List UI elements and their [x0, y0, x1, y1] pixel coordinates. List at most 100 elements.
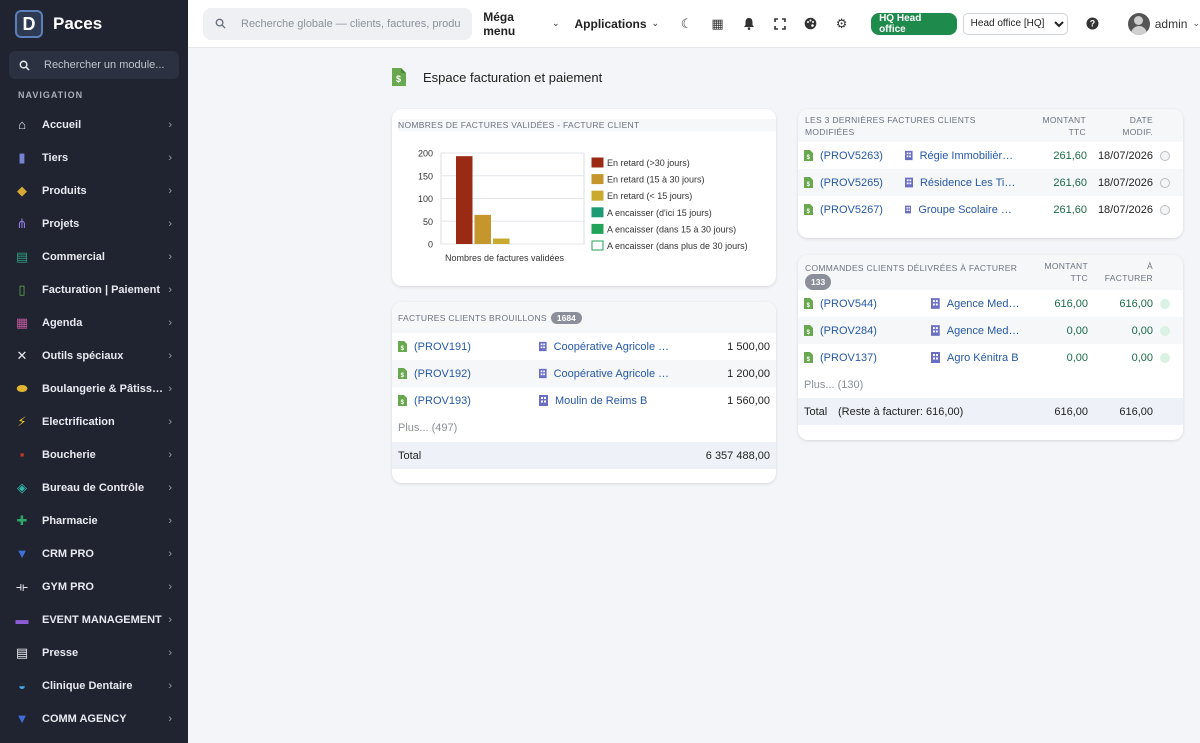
order-ref-link[interactable]: (PROV137) [820, 352, 877, 364]
palette-icon[interactable] [795, 9, 826, 39]
sidebar-item[interactable]: ▬ EVENT MANAGEMENT › [0, 603, 188, 636]
drafts-card-header: FACTURES CLIENTS BROUILLONS 1684 [392, 302, 776, 333]
bell-icon[interactable] [733, 9, 764, 39]
table-row[interactable]: $ (PROV5267) Groupe Scolaire Jules Verne 26… [798, 196, 1183, 223]
sidebar-item[interactable]: ⟛ GYM PRO › [0, 570, 188, 603]
client-link[interactable]: Agence Medina [947, 298, 1021, 310]
sidebar-item[interactable]: ✕ Outils spéciaux › [0, 339, 188, 372]
global-search-input[interactable] [241, 17, 461, 30]
client-link[interactable]: Régie Immobilière Atlas [920, 150, 1017, 162]
mega-menu-label: Méga menu [483, 9, 516, 38]
hq-badge[interactable]: HQ Head office [871, 12, 957, 35]
x-axis-label: Nombres de factures validées [445, 253, 565, 263]
building-icon [931, 298, 940, 309]
status-dot-icon [1160, 298, 1170, 309]
sidebar-item[interactable]: ⋔ Projets › [0, 207, 188, 240]
sidebar-item[interactable]: ▮ Tiers › [0, 141, 188, 174]
table-row[interactable]: $ (PROV284) Agence Medina 0,00 0,00 [798, 317, 1183, 344]
invoice-ref-link[interactable]: (PROV5267) [820, 204, 883, 216]
legend-swatch [591, 207, 604, 218]
more-link[interactable]: Plus... (130) [804, 379, 863, 391]
sidebar-item[interactable]: ▪ Boucherie › [0, 438, 188, 471]
mega-menu-button[interactable]: Méga menu ⌄ [483, 10, 559, 38]
table-row[interactable]: $ (PROV5265) Résidence Les Tilleuls 261,60 1… [798, 169, 1183, 196]
order-ref-link[interactable]: (PROV544) [820, 298, 877, 310]
table-row[interactable]: $ (PROV193) Moulin de Reims B 1 560,00 [392, 387, 776, 414]
legend-label[interactable]: En retard (15 à 30 jours) [607, 175, 705, 185]
grid-icon[interactable]: ▦ [702, 9, 733, 39]
more-row[interactable]: Plus... (130) [798, 371, 1183, 398]
client-link[interactable]: Résidence Les Tilleuls [920, 177, 1017, 189]
applications-button[interactable]: Applications ⌄ [575, 17, 660, 31]
tobill-value: 616,00 [1119, 297, 1153, 310]
tooth-icon: ◒ [18, 678, 26, 693]
sidebar-item[interactable]: ◆ Produits › [0, 174, 188, 207]
client-link[interactable]: Agence Medina [947, 325, 1021, 337]
invoice-ref-link[interactable]: (PROV193) [414, 395, 471, 407]
brand-name: Paces [53, 14, 103, 33]
y-tick-label: 150 [418, 171, 433, 181]
sidebar-item[interactable]: ▼ COMM AGENCY › [0, 702, 188, 735]
bread-icon: ⬬ [16, 380, 28, 396]
legend-label[interactable]: A encaisser (dans plus de 30 jours) [607, 241, 748, 251]
sidebar-item[interactable]: ▤ Presse › [0, 636, 188, 669]
client-link[interactable]: Moulin de Reims B [555, 395, 647, 407]
sidebar-item[interactable]: ✚ Pharmacie › [0, 504, 188, 537]
invoice-icon: $ [804, 325, 813, 336]
user-menu[interactable]: admin ⌄ [1127, 12, 1200, 35]
bar[interactable] [474, 214, 492, 244]
order-ref-link[interactable]: (PROV284) [820, 325, 877, 337]
invoice-ref-link[interactable]: (PROV191) [414, 341, 471, 353]
amount-value: 261,60 [1053, 203, 1087, 216]
invoice-ref-link[interactable]: (PROV5265) [820, 177, 883, 189]
svg-text:?: ? [1090, 19, 1096, 29]
calendar-icon: ▦ [15, 314, 29, 330]
chevron-right-icon: › [168, 283, 172, 296]
sidebar-item[interactable]: ▦ Agenda › [0, 306, 188, 339]
sidebar-item[interactable]: ◈ Bureau de Contrôle › [0, 471, 188, 504]
sidebar-item[interactable]: ◒ Clinique Dentaire › [0, 669, 188, 702]
chevron-right-icon: › [168, 613, 172, 626]
legend-label[interactable]: A encaisser (dans 15 à 30 jours) [607, 224, 736, 234]
client-link[interactable]: Agro Kénitra B [947, 352, 1019, 364]
sidebar-item[interactable]: ▤ Commercial › [0, 240, 188, 273]
legend-label[interactable]: A encaisser (d'ici 15 jours) [607, 208, 712, 218]
sidebar-item[interactable]: ⬬ Boulangerie & Pâtisserie › [0, 372, 188, 405]
sidebar-item[interactable]: ⚡ Electrification › [0, 405, 188, 438]
fullscreen-icon[interactable] [764, 9, 795, 39]
invoice-icon: $ [398, 395, 407, 406]
legend-label[interactable]: En retard (< 15 jours) [607, 191, 692, 201]
legend-label[interactable]: En retard (>30 jours) [607, 158, 690, 168]
moon-icon[interactable]: ☾ [671, 9, 702, 39]
entity-select[interactable]: Head office [HQ] [962, 12, 1068, 35]
sidebar-item[interactable]: ▼ CRM PRO › [0, 537, 188, 570]
client-link[interactable]: Coopérative Agricole Toubkal [554, 368, 674, 380]
help-icon[interactable]: ? [1078, 9, 1108, 39]
tobill-value: 0,00 [1131, 324, 1153, 337]
orders-card-title: COMMANDES CLIENTS DÉLIVRÉES À FACTURER [805, 263, 1018, 273]
client-link[interactable]: Groupe Scolaire Jules Verne [918, 204, 1017, 216]
table-row[interactable]: $ (PROV192) Coopérative Agricole Toubkal 1 … [392, 360, 776, 387]
gear-icon[interactable]: ⚙ [826, 9, 857, 39]
building-icon [905, 205, 912, 214]
invoice-ref-link[interactable]: (PROV192) [414, 368, 471, 380]
bar[interactable] [493, 238, 510, 244]
table-row[interactable]: $ (PROV137) Agro Kénitra B 0,00 0,00 [798, 344, 1183, 371]
brand[interactable]: D Paces [0, 0, 188, 48]
invoice-ref-link[interactable]: (PROV5263) [820, 150, 883, 162]
nav-list: ⌂ Accueil › ▮ Tiers › ◆ Produits › ⋔ Projets › ▤ Comm… [0, 108, 188, 735]
col-amount-header: MONTANT TTC [1044, 261, 1088, 283]
client-link[interactable]: Coopérative Agricole Toubkal [554, 341, 674, 353]
table-row[interactable]: $ (PROV5263) Régie Immobilière Atlas 261,60… [798, 142, 1183, 169]
chevron-right-icon: › [168, 382, 172, 395]
more-link[interactable]: Plus... (497) [398, 422, 457, 434]
table-row[interactable]: $ (PROV544) Agence Medina 616,00 616,00 [798, 290, 1183, 317]
building-icon [539, 395, 548, 406]
sidebar-item[interactable]: ▯ Facturation | Paiement › [0, 273, 188, 306]
bar[interactable] [456, 156, 473, 244]
bolt-icon: ⚡ [17, 413, 27, 429]
more-row[interactable]: Plus... (497) [392, 414, 776, 441]
table-row[interactable]: $ (PROV191) Coopérative Agricole Toubkal 1 … [392, 333, 776, 360]
sidebar-item[interactable]: ⌂ Accueil › [0, 108, 188, 141]
module-search-input[interactable] [44, 59, 164, 71]
